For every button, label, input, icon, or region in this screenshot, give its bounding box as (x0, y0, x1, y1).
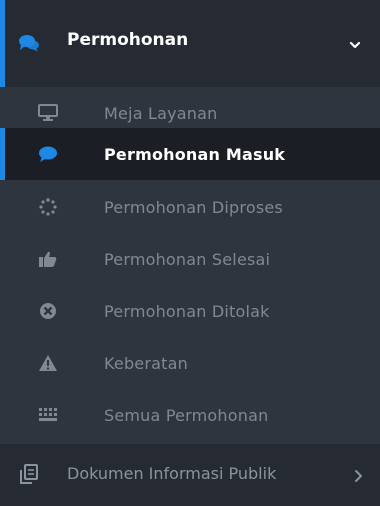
submenu-item-label: Meja Layanan (104, 103, 218, 123)
comments-icon (18, 33, 40, 53)
submenu-item-label: Permohonan Selesai (104, 249, 271, 269)
list-icon (38, 405, 58, 425)
active-indicator-bar (0, 128, 5, 180)
menu-item-dokumen-informasi-publik[interactable]: Dokumen Informasi Publik (0, 444, 380, 506)
submenu-item-label: Permohonan Masuk (104, 144, 286, 164)
comment-icon (38, 144, 58, 164)
submenu-item-permohonan-masuk[interactable]: Permohonan Masuk (0, 128, 380, 180)
documents-icon (18, 463, 40, 485)
sidebar-menu: Permohonan Meja Layanan Permohonan Masuk (0, 0, 380, 506)
submenu-item-label: Permohonan Diproses (104, 197, 283, 217)
active-accent-bar (0, 0, 5, 87)
submenu-item-label: Keberatan (104, 353, 188, 373)
times-circle-icon (38, 301, 58, 321)
thumbs-up-icon (38, 249, 58, 269)
desktop-icon (38, 103, 58, 123)
submenu-item-permohonan-selesai[interactable]: Permohonan Selesai (0, 233, 380, 285)
menu-header-label: Permohonan (67, 30, 189, 50)
chevron-right-icon[interactable] (353, 468, 363, 482)
chevron-down-icon[interactable] (349, 36, 361, 49)
submenu-item-permohonan-diproses[interactable]: Permohonan Diproses (0, 181, 380, 233)
menu-header-permohonan[interactable]: Permohonan (0, 0, 380, 87)
submenu-item-semua-permohonan[interactable]: Semua Permohonan (0, 389, 380, 441)
submenu-item-label: Permohonan Ditolak (104, 301, 270, 321)
submenu-item-permohonan-ditolak[interactable]: Permohonan Ditolak (0, 285, 380, 337)
warning-icon (38, 353, 58, 373)
submenu-item-label: Semua Permohonan (104, 405, 269, 425)
menu-item-label: Dokumen Informasi Publik (67, 464, 277, 483)
spinner-icon (38, 197, 58, 217)
submenu-item-keberatan[interactable]: Keberatan (0, 337, 380, 389)
